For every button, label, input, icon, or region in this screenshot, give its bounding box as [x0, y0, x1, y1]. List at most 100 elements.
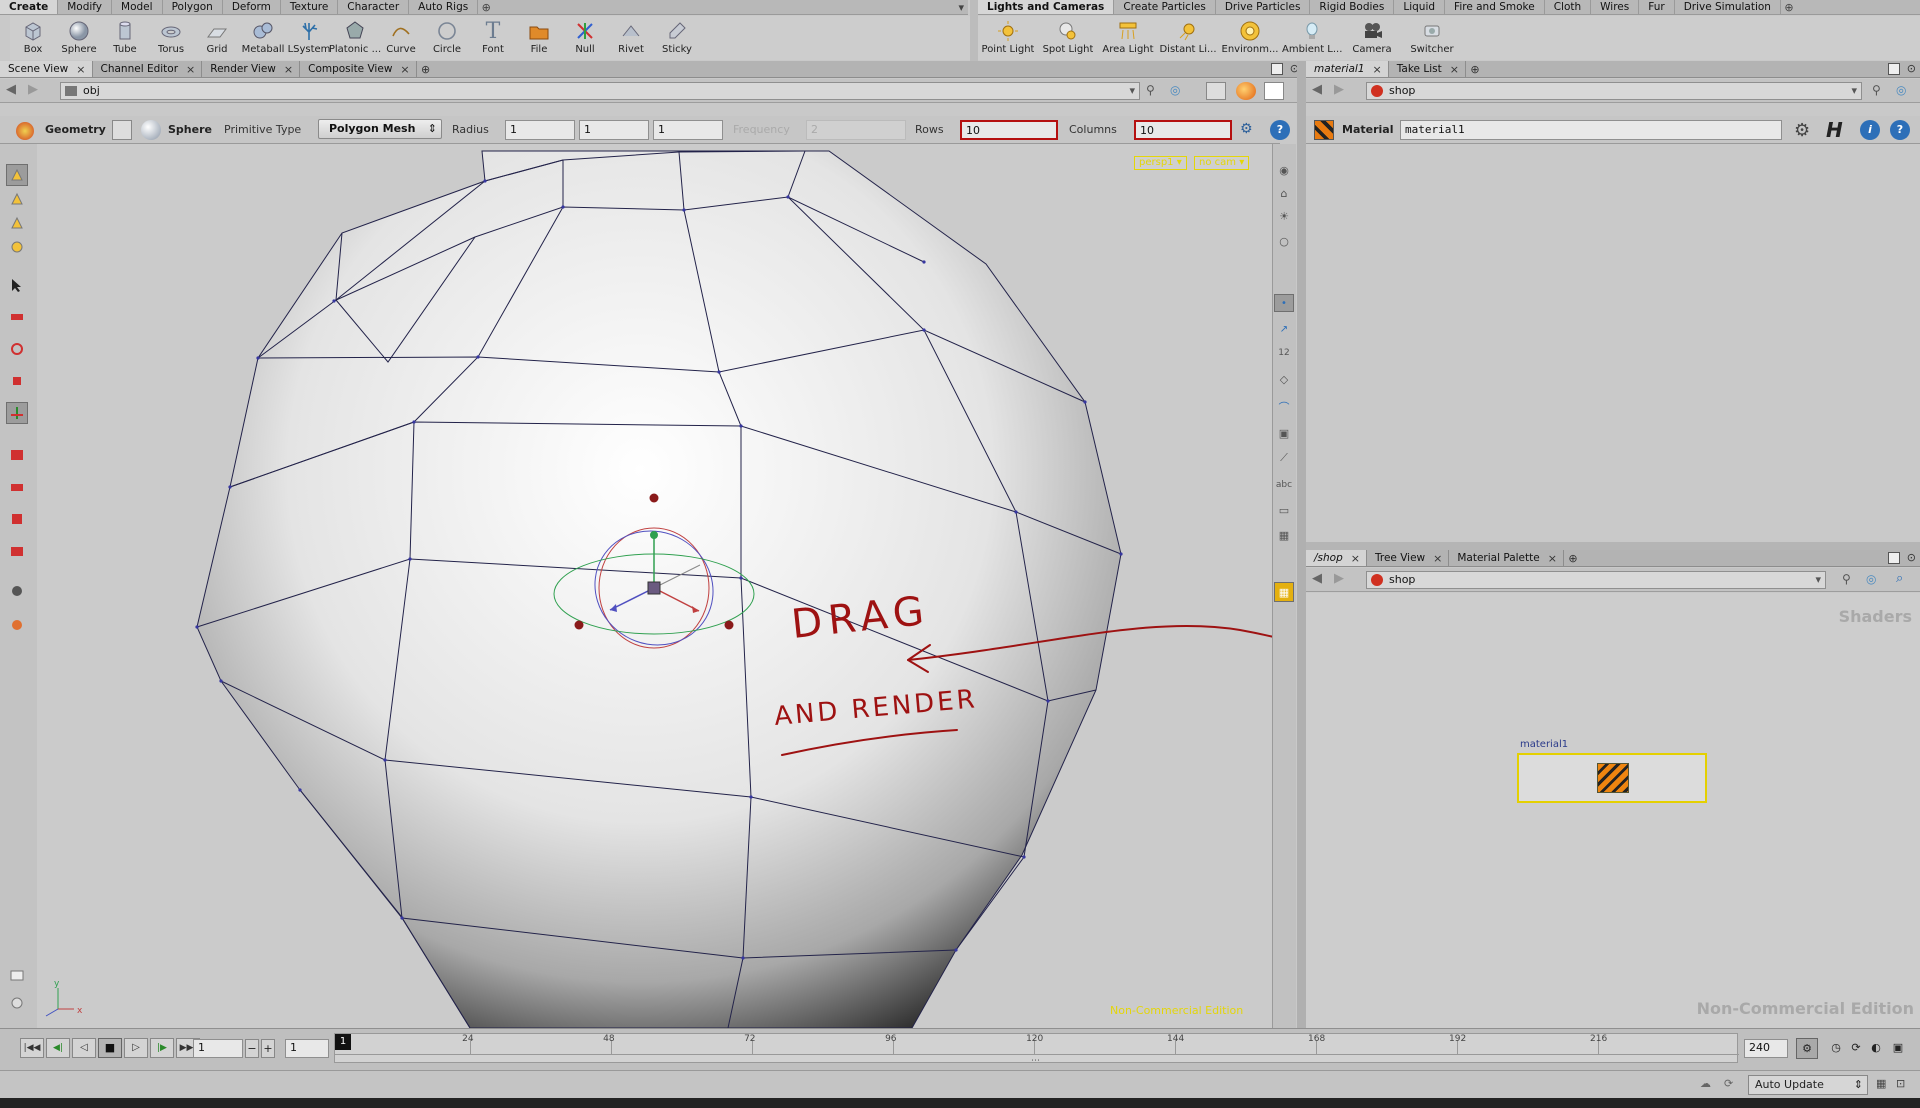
close-icon[interactable]: × [284, 61, 293, 78]
radius-y-field[interactable]: 1 [579, 120, 649, 140]
link-icon[interactable]: ◎ [1866, 572, 1876, 586]
range-grip-icon[interactable]: ⋯ [1031, 1056, 1040, 1066]
tab-render-view[interactable]: Render View × [202, 61, 301, 78]
shelf-tab-lights-and-cameras[interactable]: Lights and Cameras [978, 0, 1115, 14]
shelf-tab-drive-simulation[interactable]: Drive Simulation [1675, 0, 1781, 14]
text-display-icon[interactable]: abc [1274, 476, 1294, 494]
guide-icon[interactable]: ▭ [1274, 501, 1294, 519]
edit-tool-icon[interactable] [6, 444, 28, 466]
material-node[interactable] [1517, 753, 1707, 803]
scene-viewport[interactable]: DRAG AND RENDER x y persp1 ▾ no cam ▾ No… [37, 144, 1272, 1028]
paint-tool-icon[interactable] [6, 614, 28, 636]
rows-field[interactable]: 10 [960, 120, 1058, 140]
primitive-type-select[interactable]: Polygon Mesh ⇕ [318, 119, 442, 139]
keys-icon[interactable]: ◐ [1866, 1038, 1886, 1059]
chevron-down-icon[interactable]: ▾ [1851, 83, 1857, 99]
tool-curve[interactable]: Curve [378, 16, 424, 60]
scale-tool-icon[interactable] [6, 370, 28, 392]
tool-grid[interactable]: Grid [194, 16, 240, 60]
tool-lsystem[interactable]: LSystem [286, 16, 332, 60]
audio-icon[interactable]: ⚙ [1796, 1038, 1818, 1059]
back-arrow-icon[interactable]: ◀ [1312, 82, 1322, 97]
current-frame-field[interactable]: 1 [193, 1039, 243, 1058]
stop-icon[interactable]: ■ [98, 1038, 122, 1058]
layout-grid-icon[interactable]: ▦ [1274, 582, 1294, 602]
scene-path-field[interactable]: obj ▾ [60, 82, 1140, 100]
close-icon[interactable]: × [1433, 550, 1442, 567]
sculpt-tool-icon[interactable] [6, 540, 28, 562]
tool-rivet[interactable]: Rivet [608, 16, 654, 60]
window-menu-icon[interactable]: ⊡ [1896, 1077, 1905, 1090]
tool-distant-light[interactable]: Distant Li... [1158, 16, 1218, 60]
add-shelf-tab-icon[interactable]: ⊕ [1781, 0, 1797, 14]
maximize-pane-icon[interactable] [1888, 63, 1900, 75]
link-icon[interactable]: ◎ [1170, 83, 1180, 97]
tab-composite-view[interactable]: Composite View × [300, 61, 417, 77]
update-mode-select[interactable]: Auto Update ⇕ [1748, 1075, 1868, 1095]
radius-z-field[interactable]: 1 [653, 120, 723, 140]
move-tool-icon[interactable] [6, 306, 28, 328]
shelf-tab-auto-rigs[interactable]: Auto Rigs [409, 0, 479, 14]
shelf-tab-create[interactable]: Create [0, 0, 59, 14]
scene-display-icon[interactable]: ⌂ [1274, 184, 1294, 202]
search-icon[interactable]: ⌕ [1896, 571, 1903, 586]
tab-tree-view[interactable]: Tree View × [1367, 550, 1450, 567]
play-icon[interactable]: ▷ [124, 1038, 148, 1058]
tab-channel-editor[interactable]: Channel Editor × [93, 61, 203, 77]
shelf-tab-character[interactable]: Character [338, 0, 410, 14]
global-animation-icon[interactable]: ▣ [1888, 1038, 1908, 1059]
play-reverse-icon[interactable]: ◁ [72, 1038, 96, 1058]
handle-tool-icon[interactable] [6, 188, 28, 210]
info-icon[interactable]: i [1860, 120, 1880, 140]
tool-area-light[interactable]: Area Light [1098, 16, 1158, 60]
backface-icon[interactable]: ▣ [1274, 424, 1294, 442]
tool-switcher[interactable]: Switcher [1402, 16, 1462, 60]
shelf-tab-wires[interactable]: Wires [1591, 0, 1640, 14]
tool-torus[interactable]: Torus [148, 16, 194, 60]
end-frame-field[interactable]: 240 [1744, 1039, 1788, 1058]
shelf-menu-icon[interactable]: ▾ [958, 0, 964, 15]
pin-icon[interactable]: ⚲ [1872, 83, 1881, 97]
cook-icon[interactable]: ☁ [1700, 1077, 1711, 1090]
gear-icon[interactable]: ⚙ [1794, 120, 1810, 141]
render-icon[interactable] [1236, 82, 1256, 100]
shading-icon[interactable]: ○ [1274, 232, 1294, 250]
add-tab-icon[interactable]: ⊕ [1466, 61, 1484, 77]
link-icon[interactable]: ◎ [1896, 83, 1906, 97]
close-icon[interactable]: × [186, 61, 195, 78]
tab-take-list[interactable]: Take List × [1389, 61, 1466, 77]
shelf-tab-polygon[interactable]: Polygon [163, 0, 223, 14]
step-forward-icon[interactable]: |▶ [150, 1038, 174, 1058]
view-tool-icon[interactable] [6, 164, 28, 186]
shelf-tab-fur[interactable]: Fur [1639, 0, 1675, 14]
help-icon[interactable]: ? [1890, 120, 1910, 140]
tool-options-icon[interactable]: ⚙ [1240, 121, 1258, 139]
tool-null[interactable]: Null [562, 16, 608, 60]
realtime-icon[interactable]: ◷ [1826, 1038, 1846, 1059]
close-icon[interactable]: × [400, 61, 409, 78]
frame-increment-button[interactable]: + [261, 1039, 275, 1058]
lighting-icon[interactable]: ☀ [1274, 207, 1294, 225]
point-display-icon[interactable]: • [1274, 294, 1294, 312]
magnet-tool-icon[interactable] [6, 236, 28, 258]
tool-environment-light[interactable]: Environm... [1218, 16, 1282, 60]
pane-menu-icon[interactable]: ⊙ [1907, 551, 1916, 564]
point-numbers-icon[interactable]: 12 [1274, 344, 1294, 362]
tool-font[interactable]: T Font [470, 16, 516, 60]
pane-menu-icon[interactable]: ⊙ [1907, 62, 1916, 75]
tool-sphere[interactable]: Sphere [56, 16, 102, 60]
view-cube-icon[interactable] [1206, 82, 1226, 100]
shelf-tab-fire-and-smoke[interactable]: Fire and Smoke [1445, 0, 1545, 14]
chevron-down-icon[interactable]: ▾ [1129, 83, 1135, 99]
close-icon[interactable]: × [1351, 550, 1360, 567]
transform-tool-icon[interactable] [6, 402, 28, 424]
tool-point-light[interactable]: Point Light [978, 16, 1038, 60]
back-arrow-icon[interactable]: ◀ [1312, 571, 1322, 586]
pane-divider-vertical[interactable] [1297, 61, 1306, 1028]
shelf-tab-drive-particles[interactable]: Drive Particles [1216, 0, 1311, 14]
peak-tool-icon[interactable] [6, 476, 28, 498]
rotate-tool-icon[interactable] [6, 338, 28, 360]
uv-icon[interactable]: ⌒ [1274, 398, 1294, 416]
forward-arrow-icon[interactable]: ▶ [1334, 571, 1344, 586]
frame-marker[interactable]: 1 [335, 1034, 351, 1050]
